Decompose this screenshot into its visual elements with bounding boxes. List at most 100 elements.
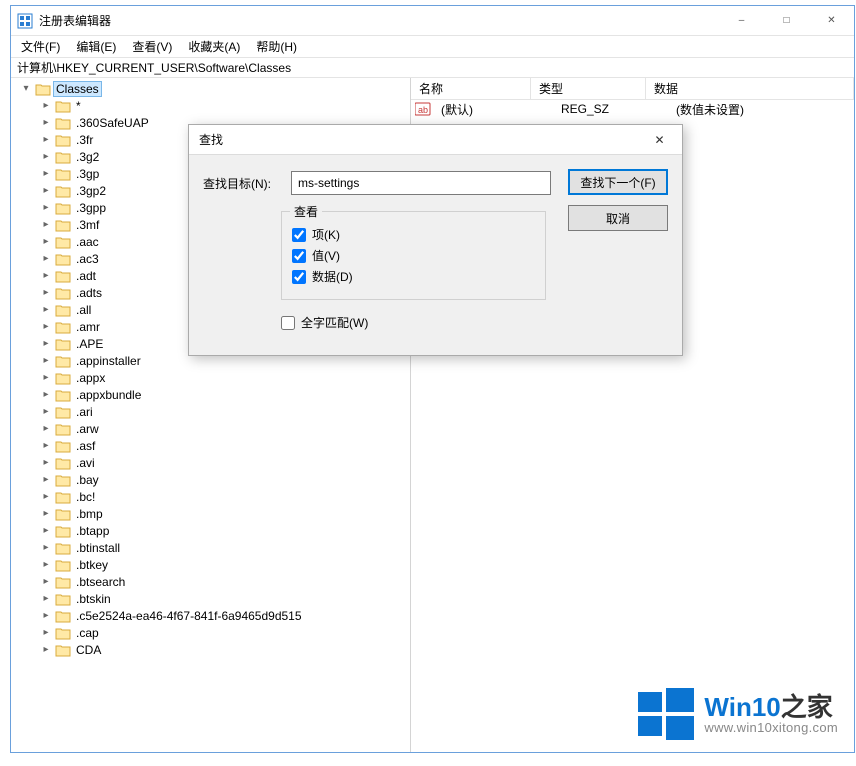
expander-icon[interactable]: ▸ xyxy=(39,440,53,451)
expander-icon[interactable]: ▸ xyxy=(39,372,53,383)
tree-item[interactable]: ▸.ari xyxy=(11,403,410,420)
menu-help[interactable]: 帮助(H) xyxy=(250,36,303,57)
chk-keys[interactable] xyxy=(292,228,306,242)
expander-icon[interactable]: ▸ xyxy=(39,236,53,247)
expander-icon[interactable]: ▸ xyxy=(39,474,53,485)
expander-icon[interactable]: ▸ xyxy=(39,134,53,145)
folder-icon xyxy=(55,354,71,368)
tree-root[interactable]: ▾ Classes xyxy=(11,80,410,97)
svg-text:ab: ab xyxy=(418,105,428,115)
chk-values[interactable] xyxy=(292,249,306,263)
look-at-group: 查看 项(K) 值(V) 数据(D) xyxy=(281,211,546,300)
tree-item[interactable]: ▸.btskin xyxy=(11,590,410,607)
expander-icon[interactable]: ▸ xyxy=(39,270,53,281)
expander-icon[interactable]: ▸ xyxy=(39,338,53,349)
chk-keys-row[interactable]: 项(K) xyxy=(292,226,535,243)
folder-icon xyxy=(55,252,71,266)
tree-item[interactable]: ▸.appx xyxy=(11,369,410,386)
folder-icon xyxy=(55,133,71,147)
expander-icon[interactable]: ▸ xyxy=(39,559,53,570)
menu-view[interactable]: 查看(V) xyxy=(126,36,178,57)
cancel-button[interactable]: 取消 xyxy=(568,205,668,231)
menu-file[interactable]: 文件(F) xyxy=(15,36,66,57)
tree-item[interactable]: ▸.btsearch xyxy=(11,573,410,590)
tree-item[interactable]: ▸CDA xyxy=(11,641,410,658)
tree-item[interactable]: ▸.arw xyxy=(11,420,410,437)
expander-icon[interactable]: ▸ xyxy=(39,117,53,128)
expander-icon[interactable]: ▸ xyxy=(39,151,53,162)
tree-item[interactable]: ▸.appxbundle xyxy=(11,386,410,403)
expander-icon[interactable]: ▾ xyxy=(19,83,33,94)
menu-favorites[interactable]: 收藏夹(A) xyxy=(182,36,246,57)
maximize-button[interactable]: □ xyxy=(764,7,809,35)
tree-root-label: Classes xyxy=(53,81,102,97)
expander-icon[interactable]: ▸ xyxy=(39,202,53,213)
find-next-button[interactable]: 查找下一个(F) xyxy=(568,169,668,195)
tree-item-label: .aac xyxy=(73,235,102,249)
minimize-button[interactable]: – xyxy=(719,7,764,35)
chk-data[interactable] xyxy=(292,270,306,284)
expander-icon[interactable]: ▸ xyxy=(39,542,53,553)
expander-icon[interactable]: ▸ xyxy=(39,287,53,298)
expander-icon[interactable]: ▸ xyxy=(39,321,53,332)
folder-icon xyxy=(55,541,71,555)
tree-item-label: .bc! xyxy=(73,490,98,504)
folder-icon xyxy=(55,592,71,606)
close-button[interactable]: ✕ xyxy=(809,7,854,35)
look-at-title: 查看 xyxy=(290,203,322,220)
col-type[interactable]: 类型 xyxy=(531,78,646,99)
tree-item-label: .asf xyxy=(73,439,98,453)
tree-item[interactable]: ▸.bmp xyxy=(11,505,410,522)
expander-icon[interactable]: ▸ xyxy=(39,219,53,230)
tree-item[interactable]: ▸.avi xyxy=(11,454,410,471)
expander-icon[interactable]: ▸ xyxy=(39,508,53,519)
expander-icon[interactable]: ▸ xyxy=(39,423,53,434)
chk-whole-row[interactable]: 全字匹配(W) xyxy=(281,314,668,331)
tree-item-label: .btapp xyxy=(73,524,112,538)
expander-icon[interactable]: ▸ xyxy=(39,576,53,587)
expander-icon[interactable]: ▸ xyxy=(39,253,53,264)
tree-item[interactable]: ▸* xyxy=(11,97,410,114)
folder-icon xyxy=(55,99,71,113)
folder-icon xyxy=(35,82,51,96)
folder-icon xyxy=(55,116,71,130)
expander-icon[interactable]: ▸ xyxy=(39,304,53,315)
expander-icon[interactable]: ▸ xyxy=(39,644,53,655)
expander-icon[interactable]: ▸ xyxy=(39,610,53,621)
expander-icon[interactable]: ▸ xyxy=(39,627,53,638)
tree-item[interactable]: ▸ .btapp xyxy=(11,522,410,539)
list-row[interactable]: ab (默认) REG_SZ (数值未设置) xyxy=(411,100,854,118)
tree-item-label: .3fr xyxy=(73,133,96,147)
tree-item[interactable]: ▸.c5e2524a-ea46-4f67-841f-6a9465d9d515 xyxy=(11,607,410,624)
expander-icon[interactable]: ▸ xyxy=(39,389,53,400)
expander-icon[interactable]: ▸ xyxy=(39,355,53,366)
expander-icon[interactable]: ▸ xyxy=(39,168,53,179)
expander-icon[interactable]: ▸ xyxy=(39,100,53,111)
expander-icon[interactable]: ▸ xyxy=(39,525,53,536)
tree-item[interactable]: ▸.btinstall xyxy=(11,539,410,556)
tree-item[interactable]: ▸.btkey xyxy=(11,556,410,573)
tree-item[interactable]: ▸.bay xyxy=(11,471,410,488)
menu-edit[interactable]: 编辑(E) xyxy=(70,36,122,57)
expander-icon[interactable]: ▸ xyxy=(39,406,53,417)
chk-whole[interactable] xyxy=(281,316,295,330)
expander-icon[interactable]: ▸ xyxy=(39,491,53,502)
tree-item[interactable]: ▸.cap xyxy=(11,624,410,641)
col-name[interactable]: 名称 xyxy=(411,78,531,99)
dialog-close-button[interactable]: ✕ xyxy=(637,125,682,155)
chk-keys-label: 项(K) xyxy=(312,226,340,243)
tree-item[interactable]: ▸ .bc! xyxy=(11,488,410,505)
chk-values-row[interactable]: 值(V) xyxy=(292,247,535,264)
tree-item-label: .amr xyxy=(73,320,103,334)
row-name: (默认) xyxy=(433,101,553,118)
chk-data-row[interactable]: 数据(D) xyxy=(292,268,535,285)
expander-icon[interactable]: ▸ xyxy=(39,185,53,196)
expander-icon[interactable]: ▸ xyxy=(39,593,53,604)
address-bar[interactable]: 计算机\HKEY_CURRENT_USER\Software\Classes xyxy=(11,58,854,78)
find-target-input[interactable] xyxy=(291,171,551,195)
expander-icon[interactable]: ▸ xyxy=(39,457,53,468)
col-data[interactable]: 数据 xyxy=(646,78,854,99)
tree-item-label: .adts xyxy=(73,286,105,300)
list-header: 名称 类型 数据 xyxy=(411,78,854,100)
tree-item[interactable]: ▸ .asf xyxy=(11,437,410,454)
